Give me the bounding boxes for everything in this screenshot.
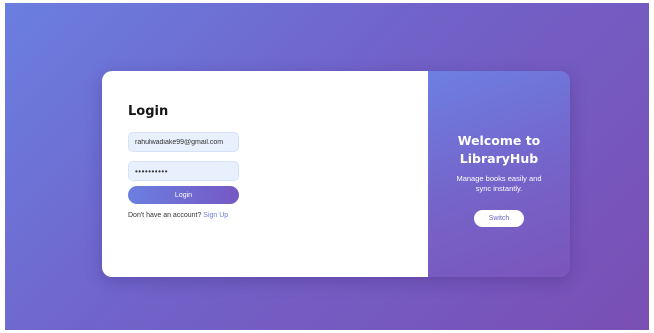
signup-row: Don't have an account? Sign Up — [128, 212, 228, 219]
password-field[interactable] — [128, 161, 239, 181]
welcome-tagline: Manage books easily and sync instantly. — [456, 174, 542, 193]
email-field[interactable] — [128, 132, 239, 152]
switch-button[interactable]: Switch — [474, 210, 524, 227]
login-title: Login — [128, 104, 169, 119]
welcome-heading: Welcome to LibraryHub — [428, 132, 570, 168]
signup-prompt: Don't have an account? — [128, 212, 202, 219]
auth-card: Login Login Don't have an account? Sign … — [102, 71, 570, 277]
welcome-heading-line1: Welcome to — [457, 133, 541, 148]
welcome-heading-line2: LibraryHub — [459, 151, 539, 166]
welcome-panel: Welcome to LibraryHub Manage books easil… — [428, 71, 570, 277]
signup-link[interactable]: Sign Up — [203, 212, 228, 219]
background-frame: Login Login Don't have an account? Sign … — [5, 3, 649, 330]
login-panel: Login Login Don't have an account? Sign … — [102, 71, 428, 277]
login-button[interactable]: Login — [128, 186, 239, 204]
